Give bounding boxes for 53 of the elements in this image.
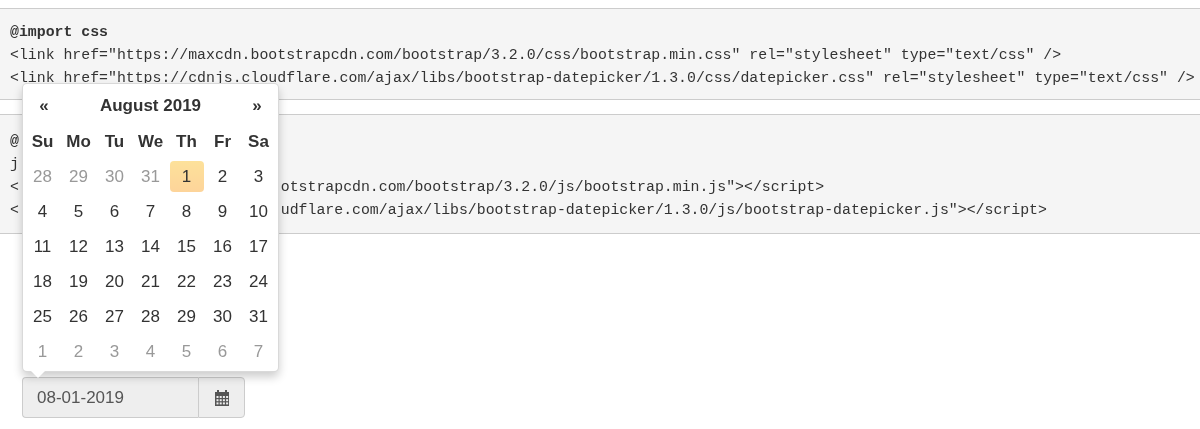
weekday-label: We	[136, 130, 165, 153]
day-cell[interactable]: 7	[133, 196, 168, 227]
day-cell[interactable]: 21	[133, 266, 168, 297]
weekday-label: Mo	[65, 130, 92, 153]
next-month-button[interactable]: »	[239, 91, 275, 121]
day-cell[interactable]: 5	[61, 196, 96, 227]
day-cell[interactable]: 27	[97, 301, 132, 332]
weekday-label: Tu	[103, 130, 126, 153]
day-cell[interactable]: 8	[169, 196, 204, 227]
day-cell[interactable]: 28	[133, 301, 168, 332]
weekday-label: Fr	[213, 130, 232, 153]
previous-month-button[interactable]: «	[26, 91, 62, 121]
calendar-icon	[212, 388, 231, 407]
code-line: j	[10, 156, 19, 172]
day-cell[interactable]: 24	[241, 266, 276, 297]
code-line: udflare.com/ajax/libs/bootstrap-datepicker/1.3.0/js/bootstrap-datepicker.js"></script>	[280, 202, 1047, 218]
day-cell[interactable]: 26	[61, 301, 96, 332]
day-cell[interactable]: 10	[241, 196, 276, 227]
date-input[interactable]: 08-01-2019	[22, 377, 198, 418]
day-cell[interactable]: 31	[241, 301, 276, 332]
month-title[interactable]: August 2019	[99, 96, 202, 116]
day-cell[interactable]: 29	[169, 301, 204, 332]
weekday-label: Su	[30, 130, 55, 153]
day-cell[interactable]: 18	[25, 266, 60, 297]
day-cell[interactable]: 15	[169, 231, 204, 262]
day-cell[interactable]: 17	[241, 231, 276, 262]
code-line: <	[10, 179, 19, 195]
day-cell[interactable]: 14	[133, 231, 168, 262]
day-cell[interactable]: 1	[169, 161, 204, 192]
day-cell[interactable]: 25	[25, 301, 60, 332]
weekday-label: Sa	[247, 130, 270, 153]
code-line: @import css	[10, 24, 108, 40]
code-line: <link href="https://maxcdn.bootstrapcdn.com/bootstrap/3.2.0/css/bootstrap.min.css" rel="stylesheet" type="text/css" />	[10, 47, 1062, 63]
day-cell[interactable]: 30	[205, 301, 240, 332]
day-cell[interactable]: 11	[25, 231, 60, 262]
day-cell[interactable]: 16	[205, 231, 240, 262]
day-cell[interactable]: 9	[205, 196, 240, 227]
code-line: <link href="https://cdnjs.cloudflare.com/ajax/libs/bootstrap-datepicker/1.3.0/css/datepicker.css" rel="stylesheet" type="text/css" />	[10, 70, 1195, 86]
day-cell[interactable]: 3	[241, 161, 276, 192]
day-cell[interactable]: 13	[97, 231, 132, 262]
day-cell[interactable]: 12	[61, 231, 96, 262]
day-cell[interactable]: 19	[61, 266, 96, 297]
weekday-label: Th	[175, 130, 198, 153]
code-line: <	[10, 202, 19, 218]
calendar-button[interactable]	[198, 377, 245, 418]
day-cell[interactable]: 23	[205, 266, 240, 297]
day-cell[interactable]: 20	[97, 266, 132, 297]
day-cell[interactable]: 6	[97, 196, 132, 227]
day-cell[interactable]: 4	[25, 196, 60, 227]
code-line: @	[10, 133, 19, 149]
day-cell[interactable]: 22	[169, 266, 204, 297]
code-line: otstrapcdn.com/bootstrap/3.2.0/js/bootstrap.min.js"></script>	[280, 179, 825, 195]
day-cell[interactable]: 2	[205, 161, 240, 192]
